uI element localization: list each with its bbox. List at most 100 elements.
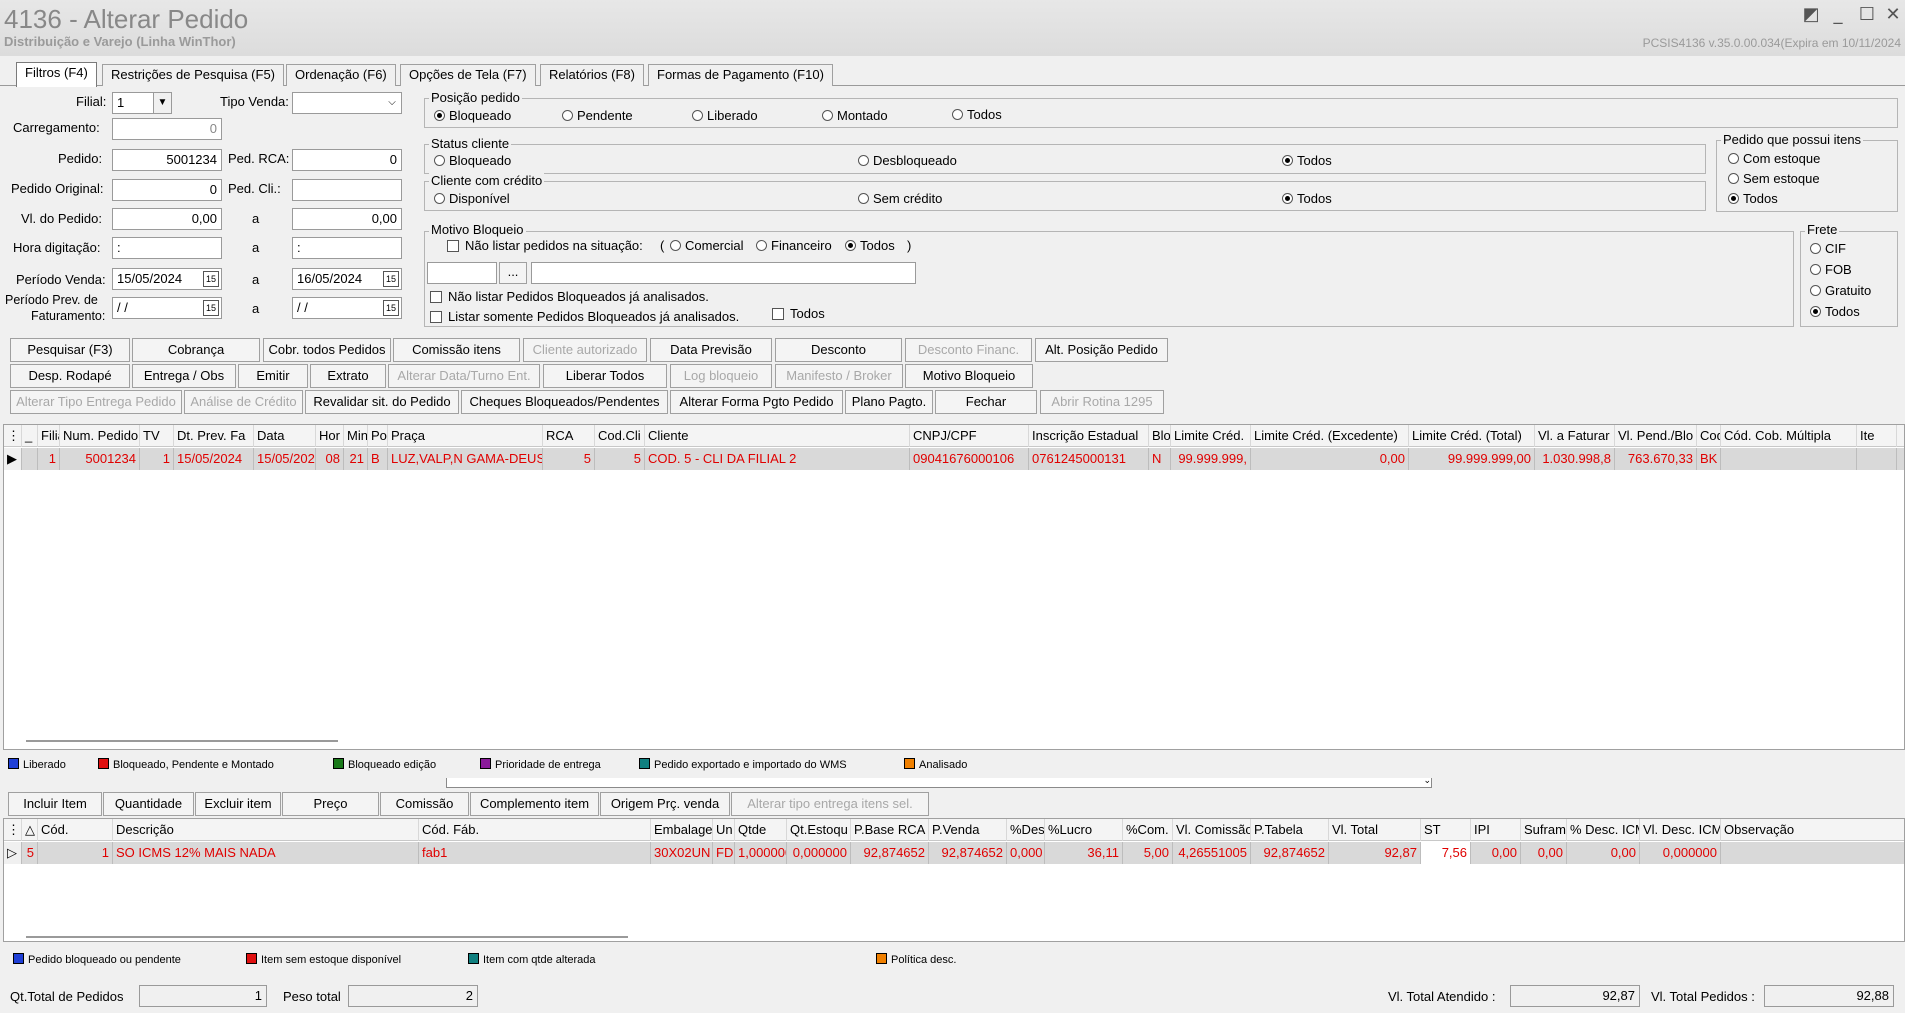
- frete-gratuito-radio[interactable]: Gratuito: [1810, 283, 1871, 298]
- abrir-rotina-1295-button[interactable]: Abrir Rotina 1295: [1040, 390, 1164, 414]
- motivo-lookup-button[interactable]: ...: [499, 262, 527, 284]
- calendar-icon[interactable]: 15: [383, 300, 399, 316]
- cheques-bloqueados-pendentes-button[interactable]: Cheques Bloqueados/Pendentes: [461, 390, 668, 414]
- horizontal-scrollbar[interactable]: [26, 740, 338, 742]
- motivo-comercial-radio[interactable]: Comercial: [670, 238, 744, 253]
- motivo-todos-radio[interactable]: Todos: [845, 238, 895, 253]
- column-header-cod-cob-multipla[interactable]: Cód. Cob. Múltipla: [1721, 425, 1857, 447]
- hora-to-input[interactable]: :: [292, 237, 402, 259]
- comissao-itens-button[interactable]: Comissão itens: [393, 338, 520, 362]
- column-header-p-base-rca[interactable]: P.Base RCA: [851, 819, 929, 841]
- column-header-sufram[interactable]: Sufram: [1521, 819, 1567, 841]
- emitir-button[interactable]: Emitir: [238, 364, 308, 388]
- tab-filtros[interactable]: Filtros (F4): [16, 62, 97, 87]
- column-header-vl-total[interactable]: Vl. Total: [1329, 819, 1421, 841]
- itens-com-estoque-radio[interactable]: Com estoque: [1728, 151, 1820, 166]
- incluir-item-button[interactable]: Incluir Item: [8, 792, 102, 816]
- column-header-hor[interactable]: Hor: [316, 425, 344, 447]
- periodo-prev-from-input[interactable]: / /15: [112, 297, 222, 319]
- tab-formas-pagamento[interactable]: Formas de Pagamento (F10): [648, 64, 833, 86]
- desconto-financ-button[interactable]: Desconto Financ.: [905, 338, 1032, 362]
- posicao-todos-radio[interactable]: Todos: [952, 107, 1002, 122]
- filial-select[interactable]: 1 ▼: [112, 92, 172, 114]
- column-header-praca[interactable]: Praça: [388, 425, 543, 447]
- quantidade-button[interactable]: Quantidade: [103, 792, 194, 816]
- alterar-tipo-entrega-itens-sel-button[interactable]: Alterar tipo entrega itens sel.: [731, 792, 929, 816]
- plano-pagto-button[interactable]: Plano Pagto.: [845, 390, 933, 414]
- column-header-min[interactable]: Min: [344, 425, 368, 447]
- excluir-item-button[interactable]: Excluir item: [195, 792, 281, 816]
- itens-sem-estoque-radio[interactable]: Sem estoque: [1728, 171, 1820, 186]
- preco-button[interactable]: Preço: [282, 792, 379, 816]
- tab-opcoes-tela[interactable]: Opções de Tela (F7): [400, 64, 536, 86]
- splitter-handle[interactable]: ⌄: [446, 777, 1432, 788]
- extrato-button[interactable]: Extrato: [310, 364, 386, 388]
- status-bloqueado-radio[interactable]: Bloqueado: [434, 153, 511, 168]
- frete-fob-radio[interactable]: FOB: [1810, 262, 1852, 277]
- column-header-limite-cred-total[interactable]: Limite Créd. (Total): [1409, 425, 1535, 447]
- table-row[interactable]: ▷ 5 1 SO ICMS 12% MAIS NADA fab1 30X02UN FD 1,0…: [4, 842, 1904, 864]
- tab-relatorios[interactable]: Relatórios (F8): [540, 64, 644, 86]
- posicao-liberado-radio[interactable]: Liberado: [692, 108, 758, 123]
- calendar-icon[interactable]: 15: [203, 300, 219, 316]
- comissao-button[interactable]: Comissão: [380, 792, 469, 816]
- maximize-icon[interactable]: ☐: [1856, 4, 1878, 25]
- column-header-data[interactable]: Data: [254, 425, 316, 447]
- column-header-vl-comissao[interactable]: Vl. Comissão: [1173, 819, 1251, 841]
- credito-sem-radio[interactable]: Sem crédito: [858, 191, 942, 206]
- close-icon[interactable]: ✕: [1882, 4, 1904, 25]
- column-header-ipi[interactable]: IPI: [1471, 819, 1521, 841]
- column-header-cnpj-cpf[interactable]: CNPJ/CPF: [910, 425, 1029, 447]
- column-header-qtde[interactable]: Qtde: [735, 819, 787, 841]
- credito-disponivel-radio[interactable]: Disponível: [434, 191, 510, 206]
- column-header-des[interactable]: %Des: [1007, 819, 1045, 841]
- column-header-p-venda[interactable]: P.Venda: [929, 819, 1007, 841]
- column-header-vl-pend-blo[interactable]: Vl. Pend./Blo: [1615, 425, 1697, 447]
- column-header-cliente[interactable]: Cliente: [645, 425, 910, 447]
- column-header-pos[interactable]: Pos: [368, 425, 388, 447]
- motivo-financeiro-radio[interactable]: Financeiro: [756, 238, 832, 253]
- motivo-desc-input[interactable]: [531, 262, 916, 284]
- liberar-todos-button[interactable]: Liberar Todos: [543, 364, 667, 388]
- column-header-cod-cli[interactable]: Cod.Cli: [595, 425, 645, 447]
- column-header-blo[interactable]: Blo: [1149, 425, 1171, 447]
- orders-grid[interactable]: ⋮_FiliaNum. PedidoTVDt. Prev. FaDataHorM…: [3, 424, 1905, 750]
- column-header-dt-prev-fa[interactable]: Dt. Prev. Fa: [174, 425, 254, 447]
- column-header-cod-fab[interactable]: Cód. Fáb.: [419, 819, 651, 841]
- column-header-st[interactable]: ST: [1421, 819, 1471, 841]
- nao-listar-bloq-checkbox[interactable]: Não listar Pedidos Bloqueados já analisa…: [430, 289, 709, 304]
- credito-todos-radio[interactable]: Todos: [1282, 191, 1332, 206]
- revalidar-sit-do-pedido-button[interactable]: Revalidar sit. do Pedido: [305, 390, 459, 414]
- column-header-col0[interactable]: ⋮: [4, 819, 22, 841]
- column-header-vl-a-faturar[interactable]: Vl. a Faturar: [1535, 425, 1615, 447]
- pedido-input[interactable]: 5001234: [112, 149, 222, 171]
- tipo-venda-select[interactable]: ⌵: [292, 92, 402, 114]
- frete-cif-radio[interactable]: CIF: [1810, 241, 1846, 256]
- column-header-vl-desc-icm[interactable]: Vl. Desc. ICM: [1640, 819, 1721, 841]
- column-header-limite-cred-excedente[interactable]: Limite Créd. (Excedente): [1251, 425, 1409, 447]
- pesquisar-f3-button[interactable]: Pesquisar (F3): [10, 338, 130, 362]
- restore-icon[interactable]: ◩: [1800, 4, 1822, 25]
- column-header-p-tabela[interactable]: P.Tabela: [1251, 819, 1329, 841]
- column-header-filia[interactable]: Filia: [38, 425, 60, 447]
- items-grid[interactable]: ⋮△Cód.DescriçãoCód. Fáb.EmbalagemUnQtdeQ…: [3, 818, 1905, 942]
- desp-rodape-button[interactable]: Desp. Rodapé: [10, 364, 130, 388]
- tab-restricoes[interactable]: Restrições de Pesquisa (F5): [102, 64, 285, 86]
- column-header-desc-icm[interactable]: % Desc. ICM: [1567, 819, 1640, 841]
- column-header-col1[interactable]: _: [22, 425, 38, 447]
- horizontal-scrollbar[interactable]: [26, 936, 628, 938]
- frete-todos-radio[interactable]: Todos: [1810, 304, 1860, 319]
- table-row[interactable]: ▶ 1 5001234 1 15/05/2024 15/05/2024 08 21 B LUZ,V…: [4, 448, 1904, 470]
- column-header-lucro[interactable]: %Lucro: [1045, 819, 1123, 841]
- cobranca-button[interactable]: Cobrança: [132, 338, 260, 362]
- desconto-button[interactable]: Desconto: [775, 338, 902, 362]
- fechar-button[interactable]: Fechar: [935, 390, 1037, 414]
- column-header-un[interactable]: Un: [713, 819, 735, 841]
- calendar-icon[interactable]: 15: [203, 271, 219, 287]
- tab-ordenacao[interactable]: Ordenação (F6): [286, 64, 396, 86]
- posicao-pendente-radio[interactable]: Pendente: [562, 108, 633, 123]
- complemento-item-button[interactable]: Complemento item: [470, 792, 599, 816]
- periodo-venda-to-input[interactable]: 16/05/2024 15: [292, 268, 402, 290]
- column-header-ite[interactable]: Ite: [1857, 425, 1897, 447]
- vl-pedido-from-input[interactable]: 0,00: [112, 208, 222, 230]
